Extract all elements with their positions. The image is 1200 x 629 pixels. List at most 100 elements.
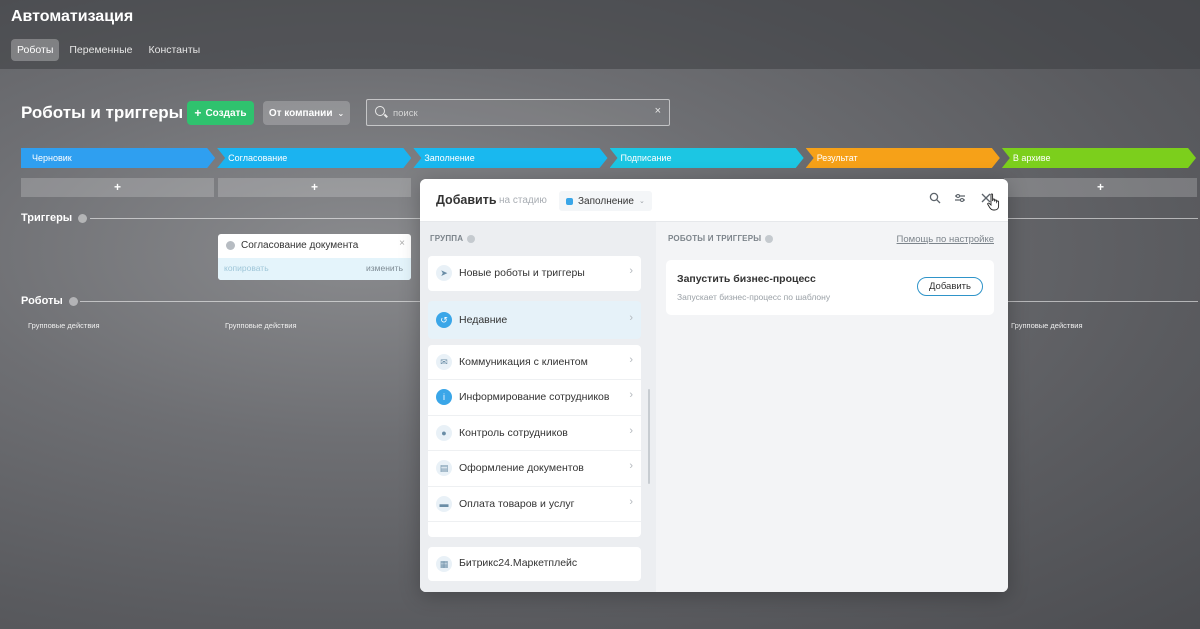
search-icon [375, 106, 385, 116]
group-label: Битрикс24.Маркетплейс [459, 557, 578, 569]
robots-header-text: РОБОТЫ И ТРИГГЕРЫ [668, 234, 762, 243]
trigger-card-footer: копировать изменить [218, 258, 411, 280]
divider [1008, 301, 1198, 302]
trigger-title: Согласование документа [241, 240, 359, 251]
stage-approval[interactable]: Согласование [217, 148, 411, 168]
users-icon: ● [436, 424, 452, 441]
group-item[interactable]: ▬ Оплата товаров и услуг › [428, 487, 641, 522]
create-button-label: Создать [205, 107, 247, 119]
group-actions-link[interactable]: Групповые действия [225, 321, 297, 330]
search-input[interactable] [393, 105, 643, 121]
group-header-text: ГРУППА [430, 234, 464, 243]
dialog-title: Добавить [436, 193, 497, 207]
trigger-card[interactable]: Согласование документа × копировать изме… [218, 234, 411, 280]
hand-cursor-icon [987, 193, 1000, 211]
group-label: Оформление документов [459, 462, 584, 475]
chevron-right-icon: › [629, 265, 633, 277]
add-robot-button[interactable]: + [218, 178, 411, 197]
app-title: Автоматизация [11, 8, 134, 25]
group-list: ✉ Коммуникация с клиентом › i Информиров… [428, 345, 641, 537]
add-button[interactable]: Добавить [917, 277, 983, 296]
search-icon[interactable] [927, 192, 943, 208]
page-title: Роботы и триггеры [21, 103, 184, 122]
tab-robots[interactable]: Роботы [11, 39, 60, 61]
group-actions-link[interactable]: Групповые действия [28, 321, 100, 330]
history-icon: ↺ [436, 312, 452, 328]
scrollbar[interactable] [648, 389, 650, 484]
top-bar: Автоматизация Роботы Переменные Констант… [0, 0, 1200, 69]
add-robot-button[interactable]: + [1004, 178, 1197, 197]
robot-title: Запустить бизнес-процесс [677, 273, 816, 285]
stage-color-dot [566, 197, 573, 205]
group-new-robots[interactable]: ➤ Новые роботы и триггеры › [428, 256, 641, 291]
chevron-right-icon: › [629, 354, 633, 366]
filter-settings-icon[interactable] [952, 192, 968, 208]
divider [80, 301, 420, 302]
document-icon: ▤ [436, 460, 452, 477]
robot-description: Запускает бизнес-процесс по шаблону [677, 292, 831, 302]
robots-panel: РОБОТЫ И ТРИГГЕРЫ Помощь по настройке За… [656, 222, 1008, 592]
group-header: ГРУППА [430, 234, 476, 243]
stage-archive[interactable]: В архиве [1002, 148, 1196, 168]
group-item[interactable]: ▤ Оформление документов › [428, 451, 641, 487]
chevron-right-icon: › [629, 389, 633, 402]
edit-link[interactable]: изменить [366, 263, 403, 273]
help-icon[interactable] [467, 234, 476, 243]
group-label: Новые роботы и триггеры [459, 267, 585, 279]
tab-bar: Роботы Переменные Константы [11, 39, 206, 61]
help-icon[interactable] [78, 213, 88, 223]
stage-draft[interactable]: Черновик [21, 148, 215, 168]
tab-variables[interactable]: Переменные [63, 39, 138, 61]
stage-filling[interactable]: Заполнение [413, 148, 607, 168]
trigger-card-header: Согласование документа × [218, 234, 411, 258]
dialog-header: Добавить на стадию Заполнение ⌄ [420, 179, 1008, 222]
robots-header: РОБОТЫ И ТРИГГЕРЫ [668, 234, 774, 243]
group-actions-link[interactable]: Групповые действия [1011, 321, 1083, 330]
plus-icon: + [194, 106, 202, 120]
trigger-icon [226, 241, 235, 250]
group-panel: ГРУППА ➤ Новые роботы и триггеры › ↺ Нед… [420, 222, 656, 592]
group-label: Информирование сотрудников [459, 391, 610, 404]
group-item[interactable]: ● Контроль сотрудников › [428, 416, 641, 452]
chevron-right-icon: › [629, 424, 633, 437]
chevron-right-icon: › [629, 495, 633, 508]
close-icon[interactable]: × [399, 238, 405, 249]
stage-selector-label: Заполнение [578, 195, 634, 207]
group-recent[interactable]: ↺ Недавние › [428, 301, 641, 339]
help-icon[interactable] [765, 234, 774, 243]
stage-pipeline: Черновик Согласование Заполнение Подписа… [21, 148, 1198, 168]
search-box: × [366, 99, 670, 126]
stage-result[interactable]: Результат [806, 148, 1000, 168]
group-label: Недавние [459, 314, 508, 326]
copy-link[interactable]: копировать [224, 263, 269, 273]
send-icon: ➤ [436, 265, 452, 281]
group-marketplace[interactable]: ▦ Битрикс24.Маркетплейс [428, 547, 641, 581]
group-item[interactable]: i Информирование сотрудников › [428, 380, 641, 416]
tab-constants[interactable]: Константы [142, 39, 206, 61]
chevron-down-icon: ⌄ [638, 198, 645, 205]
stage-selector[interactable]: Заполнение ⌄ [559, 191, 652, 211]
clear-icon[interactable]: × [655, 105, 661, 117]
help-link[interactable]: Помощь по настройке [897, 234, 994, 245]
company-dropdown[interactable]: От компании ⌄ [263, 101, 350, 125]
robot-card[interactable]: Запустить бизнес-процесс Запускает бизне… [666, 260, 994, 315]
add-robot-dialog: Добавить на стадию Заполнение ⌄ ГРУППА ➤… [420, 179, 1008, 592]
stage-signing[interactable]: Подписание [610, 148, 804, 168]
chat-icon: ✉ [436, 354, 452, 370]
robots-label-text: Роботы [21, 295, 63, 307]
add-robot-button[interactable]: + [21, 178, 214, 197]
info-icon: i [436, 389, 452, 406]
group-item[interactable]: ✉ Коммуникация с клиентом › [428, 345, 641, 381]
triggers-label-text: Триггеры [21, 212, 73, 224]
chevron-down-icon: ⌄ [337, 108, 345, 118]
wallet-icon: ▬ [436, 495, 452, 512]
robots-label: Роботы [21, 295, 78, 307]
group-label: Коммуникация с клиентом [459, 356, 588, 368]
help-icon[interactable] [68, 296, 78, 306]
chevron-right-icon: › [629, 460, 633, 473]
chevron-right-icon: › [629, 312, 633, 324]
create-button[interactable]: + Создать [187, 101, 254, 125]
triggers-label: Триггеры [21, 212, 88, 224]
marketplace-icon: ▦ [436, 556, 452, 572]
dialog-subtitle: на стадию [499, 195, 547, 206]
